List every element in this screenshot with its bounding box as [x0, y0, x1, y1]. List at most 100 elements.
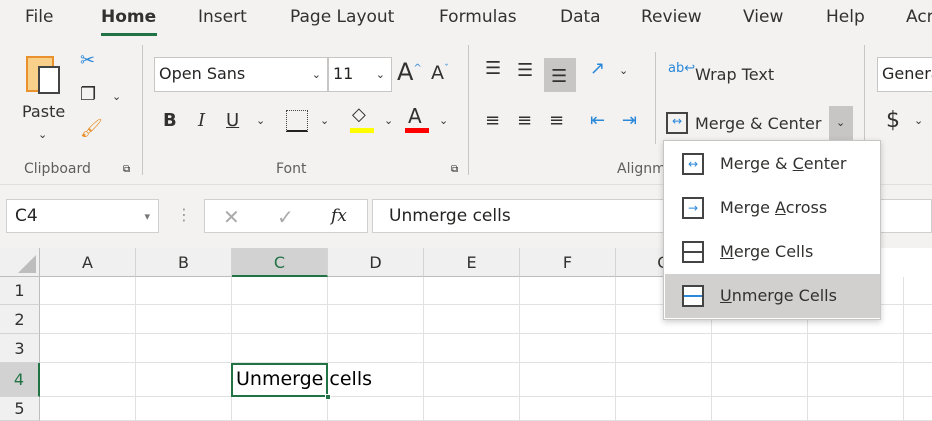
gridline	[135, 277, 136, 421]
decrease-indent-icon[interactable]: ⇤	[590, 112, 605, 130]
dialog-launcher-icon[interactable]: ⧉	[451, 164, 458, 175]
chevron-down-icon[interactable]: ⌄	[38, 128, 47, 141]
cancel-icon[interactable]: ✕	[223, 205, 240, 229]
merge-dropdown-menu: ↔ Merge & Center → Merge Across Merge Cells U…	[663, 140, 881, 320]
bottom-align-button[interactable]: ☰	[544, 58, 576, 92]
gridline	[40, 362, 932, 363]
column-header-f[interactable]: F	[520, 248, 616, 277]
tab-page-layout[interactable]: Page Layout	[290, 7, 394, 27]
middle-align-icon[interactable]: ☰	[517, 62, 533, 80]
merge-center-button[interactable]: Merge & Center	[695, 114, 821, 133]
tab-insert[interactable]: Insert	[198, 7, 247, 27]
menu-item-label: Merge Cells	[720, 242, 813, 261]
column-header-e[interactable]: E	[424, 248, 520, 277]
font-color-swatch	[405, 128, 429, 133]
fill-color-icon[interactable]: ◇	[352, 106, 366, 124]
copy-icon[interactable]: ❐	[80, 86, 96, 104]
tab-help[interactable]: Help	[826, 7, 865, 27]
menu-item-label: Merge Across	[720, 198, 827, 217]
tab-file[interactable]: File	[25, 7, 53, 27]
menu-item-label: Unmerge Cells	[720, 286, 837, 305]
ribbon-tabs: File Home Insert Page Layout Formulas Da…	[0, 0, 932, 40]
format-painter-icon[interactable]: 🖌	[80, 120, 103, 138]
gridline	[903, 277, 904, 421]
orientation-icon[interactable]: ↗	[590, 60, 605, 78]
borders-icon[interactable]	[286, 110, 308, 132]
label-part: cross	[785, 198, 828, 217]
column-header-c[interactable]: C	[232, 248, 328, 277]
font-size-select[interactable]: 11 ⌄	[328, 57, 392, 92]
bottom-align-icon: ☰	[551, 66, 568, 87]
merge-center-icon: ↔	[666, 112, 688, 134]
gridline	[231, 277, 232, 421]
underline-button[interactable]: U	[226, 112, 239, 130]
chevron-down-icon[interactable]: ⌄	[112, 90, 121, 103]
label-part: C	[792, 154, 804, 173]
cell-c4[interactable]: Unmerge cells	[236, 368, 372, 390]
bold-button[interactable]: B	[163, 112, 177, 130]
currency-button[interactable]: $	[886, 110, 900, 132]
column-header-a[interactable]: A	[40, 248, 136, 277]
paste-icon	[38, 66, 60, 94]
paste-button[interactable]	[26, 52, 66, 94]
divider	[655, 52, 656, 144]
merge-center-dropdown-button[interactable]: ⌄	[829, 106, 853, 140]
italic-button[interactable]: I	[198, 112, 205, 130]
top-align-icon[interactable]: ☰	[485, 60, 501, 78]
label-part: M	[720, 242, 734, 261]
column-header-b[interactable]: B	[136, 248, 232, 277]
menu-item-unmerge-cells[interactable]: Unmerge Cells	[665, 274, 880, 318]
font-name-value: Open Sans	[159, 64, 246, 83]
label-part: erge Cells	[733, 242, 814, 261]
number-format-select[interactable]: Genera	[877, 57, 932, 92]
active-tab-indicator	[101, 33, 157, 36]
row-header-5[interactable]: 5	[0, 397, 40, 421]
chevron-down-icon[interactable]: ⌄	[384, 114, 393, 127]
align-center-icon[interactable]: ≡	[517, 112, 532, 130]
formula-buttons: ✕ ✓ fx	[204, 199, 368, 233]
chevron-down-icon[interactable]: ⌄	[439, 114, 448, 127]
row-header-2[interactable]: 2	[0, 305, 40, 334]
tab-home[interactable]: Home	[101, 7, 156, 27]
label-part: U	[720, 286, 732, 305]
menu-item-label: Merge & Center	[720, 154, 846, 173]
chevron-down-icon[interactable]: ⌄	[619, 64, 628, 77]
gridline	[423, 277, 424, 421]
tab-data[interactable]: Data	[560, 7, 601, 27]
number-format-value: Genera	[882, 64, 932, 83]
row-header-3[interactable]: 3	[0, 334, 40, 363]
font-name-select[interactable]: Open Sans ⌄	[154, 57, 328, 92]
tab-view[interactable]: View	[743, 7, 783, 27]
menu-item-merge-across[interactable]: → Merge Across	[665, 186, 880, 230]
tab-acrobat[interactable]: Acr	[906, 7, 932, 27]
increase-font-size-icon[interactable]: A^	[397, 60, 422, 84]
menu-item-merge-cells[interactable]: Merge Cells	[665, 230, 880, 274]
insert-function-button[interactable]: fx	[331, 206, 347, 226]
gridline	[615, 277, 616, 421]
tab-review[interactable]: Review	[641, 7, 702, 27]
tab-formulas[interactable]: Formulas	[439, 7, 517, 27]
chevron-down-icon[interactable]: ⌄	[914, 114, 923, 127]
select-all-button[interactable]	[0, 248, 40, 277]
cut-icon[interactable]: ✂	[80, 52, 95, 70]
name-box[interactable]: C4 ▾	[6, 199, 159, 233]
chevron-down-icon[interactable]: ⌄	[320, 114, 329, 127]
chevron-down-icon[interactable]: ⌄	[256, 114, 265, 127]
increase-indent-icon[interactable]: ⇥	[622, 112, 637, 130]
gridline	[40, 333, 932, 334]
name-box-value: C4	[15, 206, 38, 226]
row-header-4[interactable]: 4	[0, 363, 40, 397]
column-header-d[interactable]: D	[328, 248, 424, 277]
menu-item-merge-and-center[interactable]: ↔ Merge & Center	[665, 142, 880, 186]
align-right-icon[interactable]: ≡	[549, 112, 564, 130]
enter-icon[interactable]: ✓	[277, 205, 294, 229]
font-color-icon[interactable]: A	[408, 106, 422, 126]
group-label-clipboard: Clipboard	[24, 161, 91, 177]
fill-handle[interactable]	[325, 394, 331, 400]
row-header-1[interactable]: 1	[0, 277, 40, 305]
gridline	[40, 396, 932, 397]
align-left-icon[interactable]: ≡	[485, 112, 500, 130]
dialog-launcher-icon[interactable]: ⧉	[123, 164, 130, 175]
decrease-font-size-icon[interactable]: Aˇ	[431, 64, 449, 83]
wrap-text-button[interactable]: Wrap Text	[695, 65, 774, 84]
